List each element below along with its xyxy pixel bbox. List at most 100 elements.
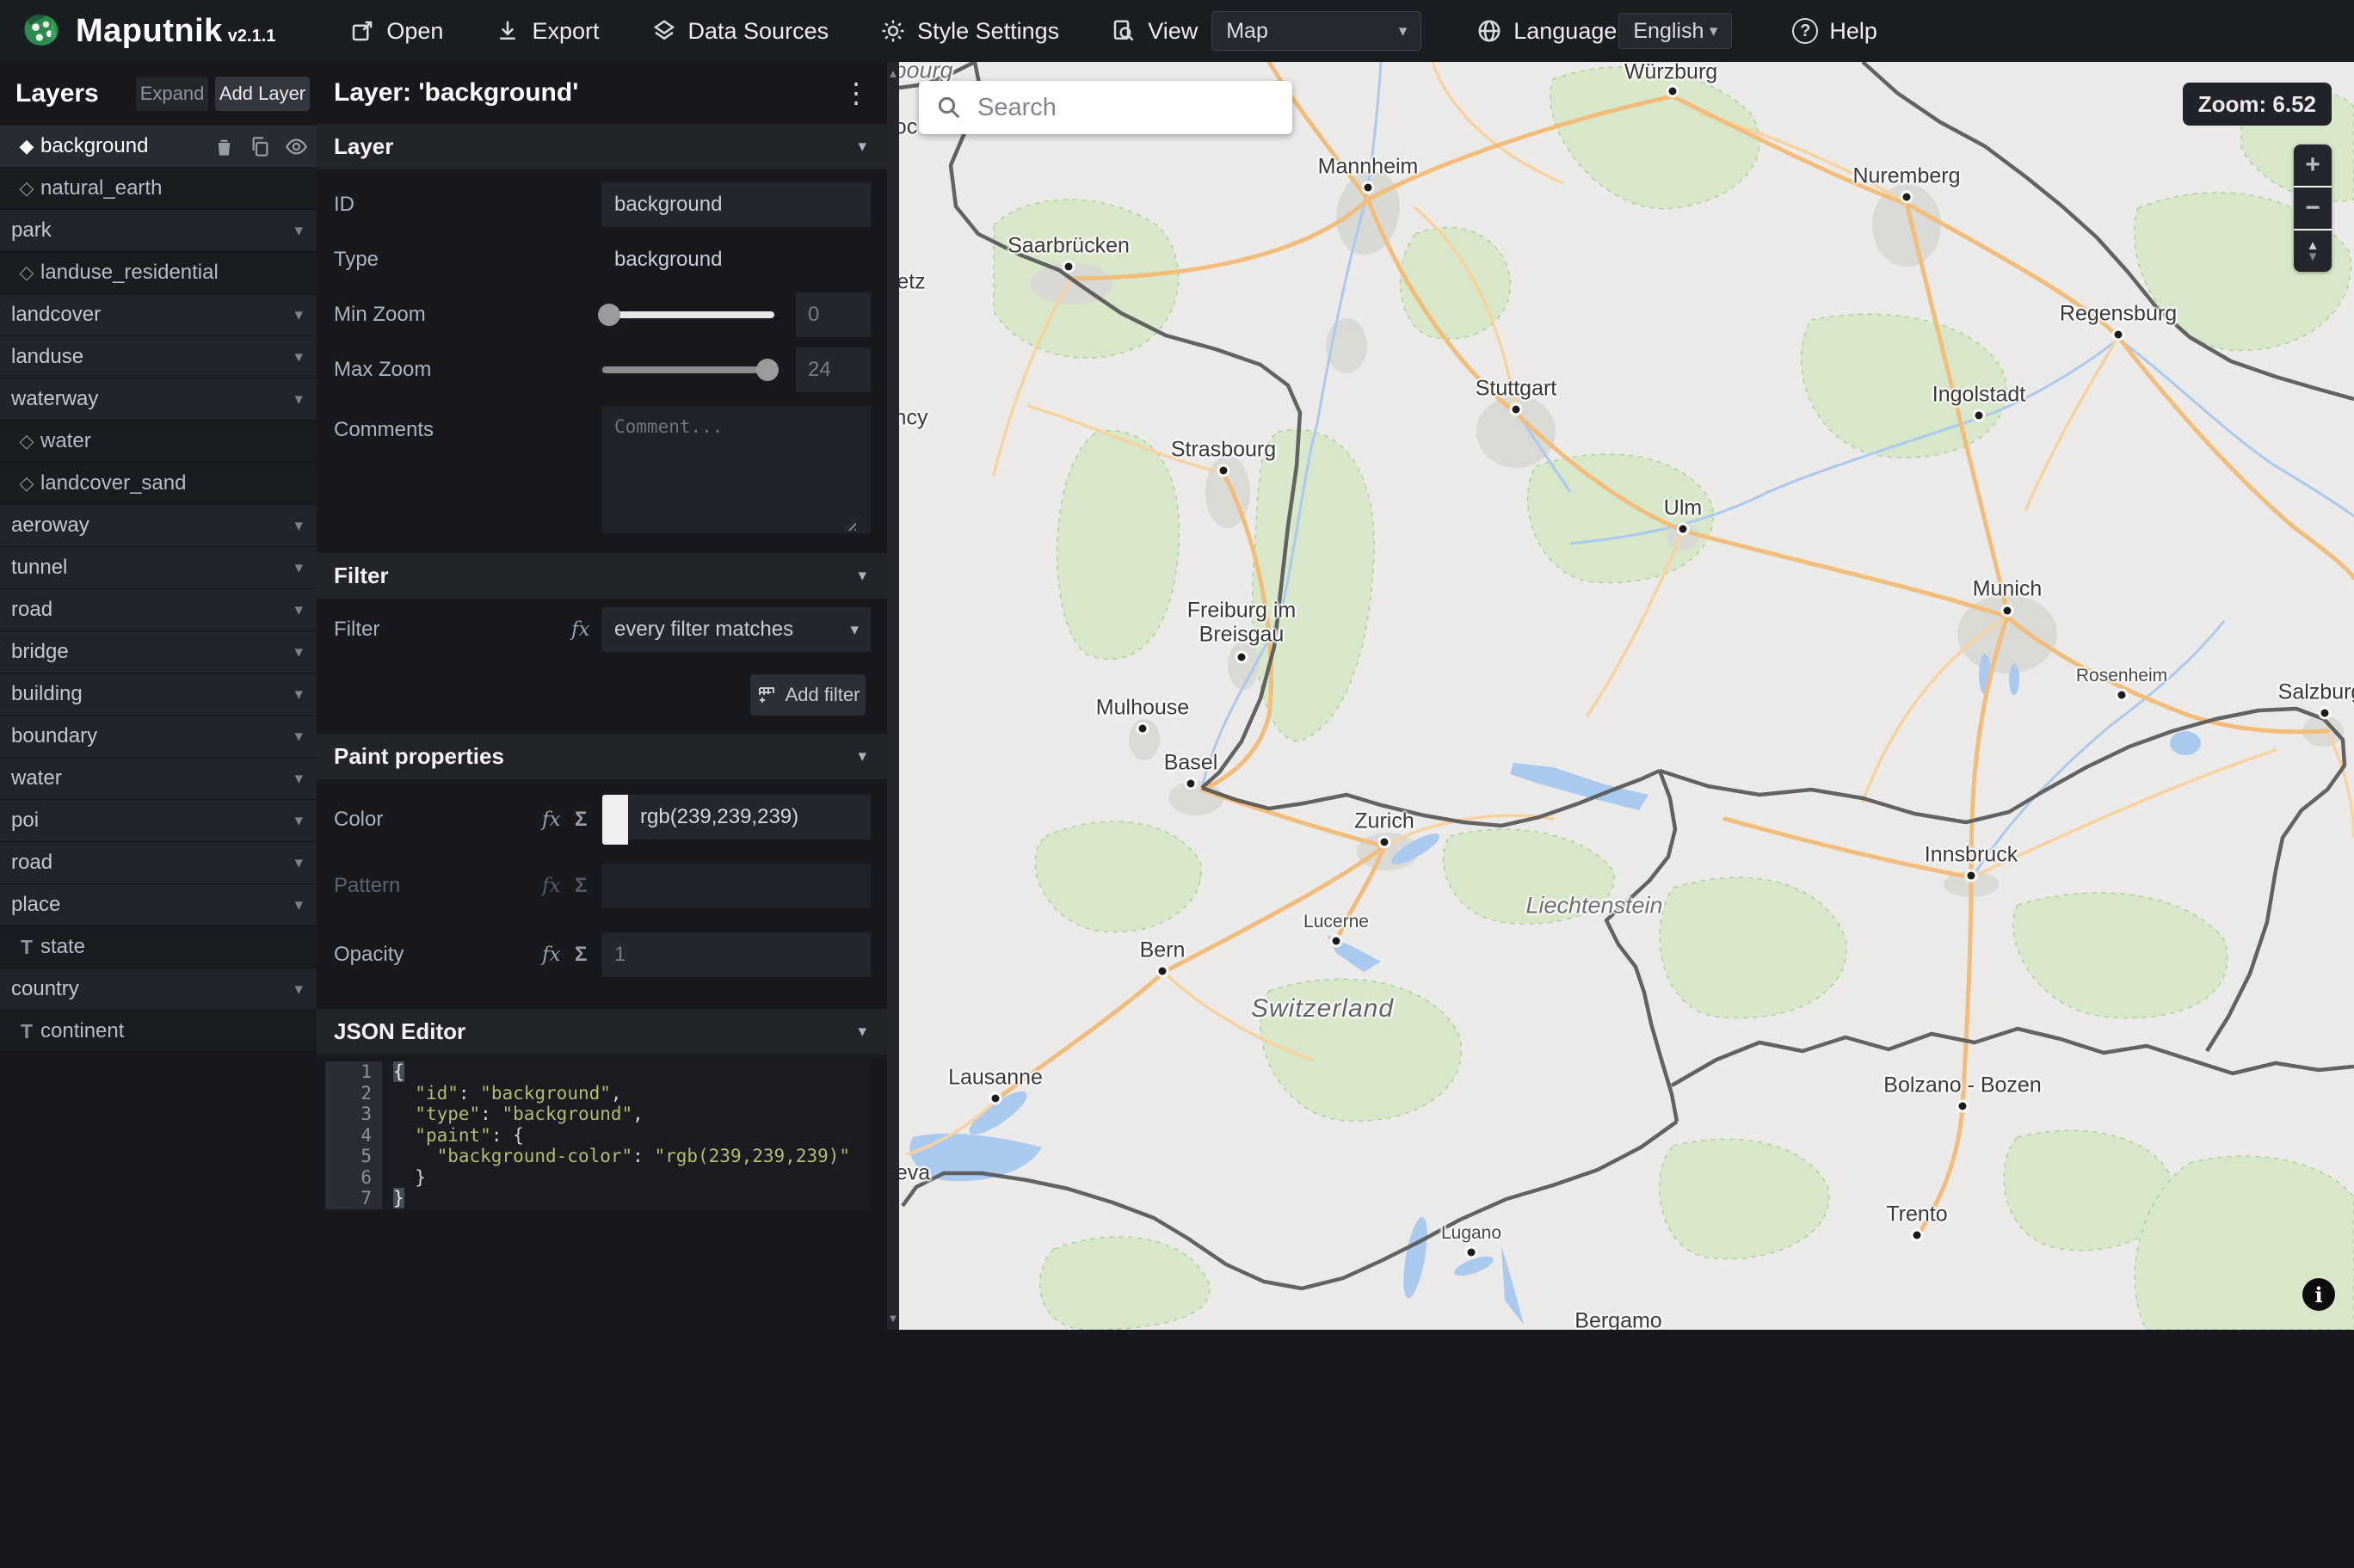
layer-list-item[interactable]: Tstate xyxy=(0,926,317,968)
layer-list-item[interactable]: place ▾ xyxy=(0,884,317,926)
style-settings-button[interactable]: Style Settings xyxy=(880,18,1059,45)
json-code-editor[interactable]: 1{2 "id": "background", 3 "type": "backgr… xyxy=(325,1061,871,1209)
section-paint-header[interactable]: Paint properties ▾ xyxy=(317,734,887,779)
layer-list-item[interactable]: ◇ water xyxy=(0,421,317,463)
layer-list-item[interactable]: waterway ▾ xyxy=(0,378,317,421)
layers-sidebar: Layers Expand Add Layer ◆ background ◇ natu… xyxy=(0,62,317,1330)
map-country-label: Liechtenstein xyxy=(1525,892,1663,919)
fx-icon[interactable]: fx xyxy=(542,809,560,831)
pattern-input[interactable] xyxy=(602,864,871,908)
layer-list-item[interactable]: building ▾ xyxy=(0,673,317,716)
min-zoom-slider[interactable] xyxy=(598,304,774,326)
layer-list-item[interactable]: aeroway ▾ xyxy=(0,505,317,547)
layer-list-item[interactable]: landcover ▾ xyxy=(0,294,317,336)
scroll-up-icon[interactable]: ▲ xyxy=(887,67,899,80)
layer-list-item[interactable]: water ▾ xyxy=(0,758,317,800)
layer-list-item[interactable]: ◇ natural_earth xyxy=(0,168,317,210)
chevron-down-icon[interactable]: ▾ xyxy=(294,305,303,325)
slider-handle[interactable] xyxy=(598,304,620,326)
expand-button[interactable]: Expand xyxy=(136,77,208,111)
fx-icon[interactable]: fx xyxy=(542,944,560,966)
open-button[interactable]: Open xyxy=(349,18,443,45)
layer-list-item[interactable]: ◆ background xyxy=(0,126,317,168)
export-button[interactable]: Export xyxy=(495,18,600,45)
chevron-down-icon[interactable]: ▾ xyxy=(294,221,303,241)
section-json-title: JSON Editor xyxy=(334,1018,466,1044)
opacity-input[interactable]: 1 xyxy=(602,932,871,977)
chevron-down-icon[interactable]: ▾ xyxy=(294,347,303,367)
kebab-menu-icon[interactable]: ⋮ xyxy=(842,77,870,109)
max-zoom-input[interactable]: 24 xyxy=(796,347,871,392)
city-dot xyxy=(1237,653,1246,661)
tilt-control-button[interactable]: ▲ ▼ xyxy=(2294,231,2332,272)
city-dot xyxy=(1138,724,1147,733)
data-sources-button[interactable]: Data Sources xyxy=(651,18,829,45)
filter-row: Filter fx every filter matches ▾ xyxy=(317,607,874,652)
slider-handle[interactable] xyxy=(756,359,779,381)
layer-list-item[interactable]: poi ▾ xyxy=(0,800,317,842)
layer-list-item[interactable]: landuse ▾ xyxy=(0,336,317,378)
fx-icon[interactable]: fx xyxy=(571,618,589,641)
city-dot xyxy=(1219,466,1228,475)
fx-icon[interactable]: fx xyxy=(542,875,560,897)
layer-list-item[interactable]: park ▾ xyxy=(0,210,317,252)
language-select[interactable]: English ▾ xyxy=(1618,13,1733,49)
max-zoom-slider[interactable] xyxy=(602,359,779,381)
chevron-down-icon[interactable]: ▾ xyxy=(294,980,303,999)
layer-list-item[interactable]: country ▾ xyxy=(0,968,317,1011)
sigma-icon[interactable]: Σ xyxy=(575,808,587,832)
color-input[interactable]: rgb(239,239,239) xyxy=(628,795,871,839)
id-input[interactable]: background xyxy=(602,182,871,227)
attribution-info-button[interactable]: i xyxy=(2302,1278,2335,1311)
zoom-in-button[interactable]: + xyxy=(2294,145,2332,188)
chevron-down-icon[interactable]: ▾ xyxy=(294,727,303,747)
add-layer-button[interactable]: Add Layer xyxy=(215,77,310,111)
layer-name: park xyxy=(11,218,52,242)
map-country-label: Switzerland xyxy=(1250,994,1395,1023)
layer-list-item[interactable]: ◇ landcover_sand xyxy=(0,463,317,505)
layer-list-item[interactable]: bridge ▾ xyxy=(0,631,317,673)
section-json-header[interactable]: JSON Editor ▾ xyxy=(317,1009,887,1055)
chevron-down-icon[interactable]: ▾ xyxy=(294,600,303,620)
filter-select[interactable]: every filter matches ▾ xyxy=(602,607,871,652)
trash-icon[interactable] xyxy=(213,135,236,158)
chevron-down-icon[interactable]: ▾ xyxy=(294,516,303,536)
layer-list-item[interactable]: road ▾ xyxy=(0,842,317,884)
section-layer-header[interactable]: Layer ▾ xyxy=(317,124,887,169)
map-view[interactable]: Würzburg Mannheim Nuremberg Saarbrücken etz R… xyxy=(899,62,2354,1330)
chevron-down-icon[interactable]: ▾ xyxy=(294,685,303,704)
layer-list-item[interactable]: road ▾ xyxy=(0,589,317,631)
section-filter-header[interactable]: Filter ▾ xyxy=(317,553,887,599)
add-filter-button[interactable]: Add filter xyxy=(750,674,866,716)
help-button[interactable]: ? Help xyxy=(1792,18,1877,45)
layer-list-item[interactable]: ◇ landuse_residential xyxy=(0,252,317,294)
line-number: 1 xyxy=(325,1061,382,1083)
chevron-down-icon[interactable]: ▾ xyxy=(294,895,303,915)
sigma-icon[interactable]: Σ xyxy=(575,874,587,898)
visibility-icon[interactable] xyxy=(285,135,308,158)
layer-list-item[interactable]: Tcontinent xyxy=(0,1011,317,1053)
chevron-down-icon[interactable]: ▾ xyxy=(294,643,303,662)
chevron-down-icon[interactable]: ▾ xyxy=(294,769,303,789)
sigma-icon[interactable]: Σ xyxy=(575,943,587,967)
editor-titlebar: Layer: 'background' ⋮ xyxy=(317,62,887,125)
chevron-down-icon[interactable]: ▾ xyxy=(294,558,303,578)
zoom-out-button[interactable]: − xyxy=(2294,188,2332,231)
color-swatch[interactable] xyxy=(602,795,628,845)
search-input[interactable] xyxy=(976,92,1272,123)
comments-textarea[interactable]: Comment... xyxy=(602,406,871,533)
scroll-down-icon[interactable]: ▼ xyxy=(887,1312,899,1325)
min-zoom-input[interactable]: 0 xyxy=(796,292,871,337)
max-zoom-row: Max Zoom 24 xyxy=(317,347,874,392)
line-number: 4 xyxy=(325,1124,382,1146)
chevron-down-icon[interactable]: ▾ xyxy=(294,390,303,409)
chevron-down-icon[interactable]: ▾ xyxy=(294,811,303,831)
min-zoom-label: Min Zoom xyxy=(334,303,426,326)
chevron-down-icon[interactable]: ▾ xyxy=(294,853,303,873)
layer-list-item[interactable]: tunnel ▾ xyxy=(0,547,317,589)
layer-list-item[interactable]: boundary ▾ xyxy=(0,716,317,758)
duplicate-icon[interactable] xyxy=(249,135,272,158)
view-select[interactable]: Map ▾ xyxy=(1211,11,1422,51)
map-city-label: Saarbrücken xyxy=(1008,233,1130,258)
editor-scrollbar[interactable]: ▲ ▼ xyxy=(887,62,899,1330)
